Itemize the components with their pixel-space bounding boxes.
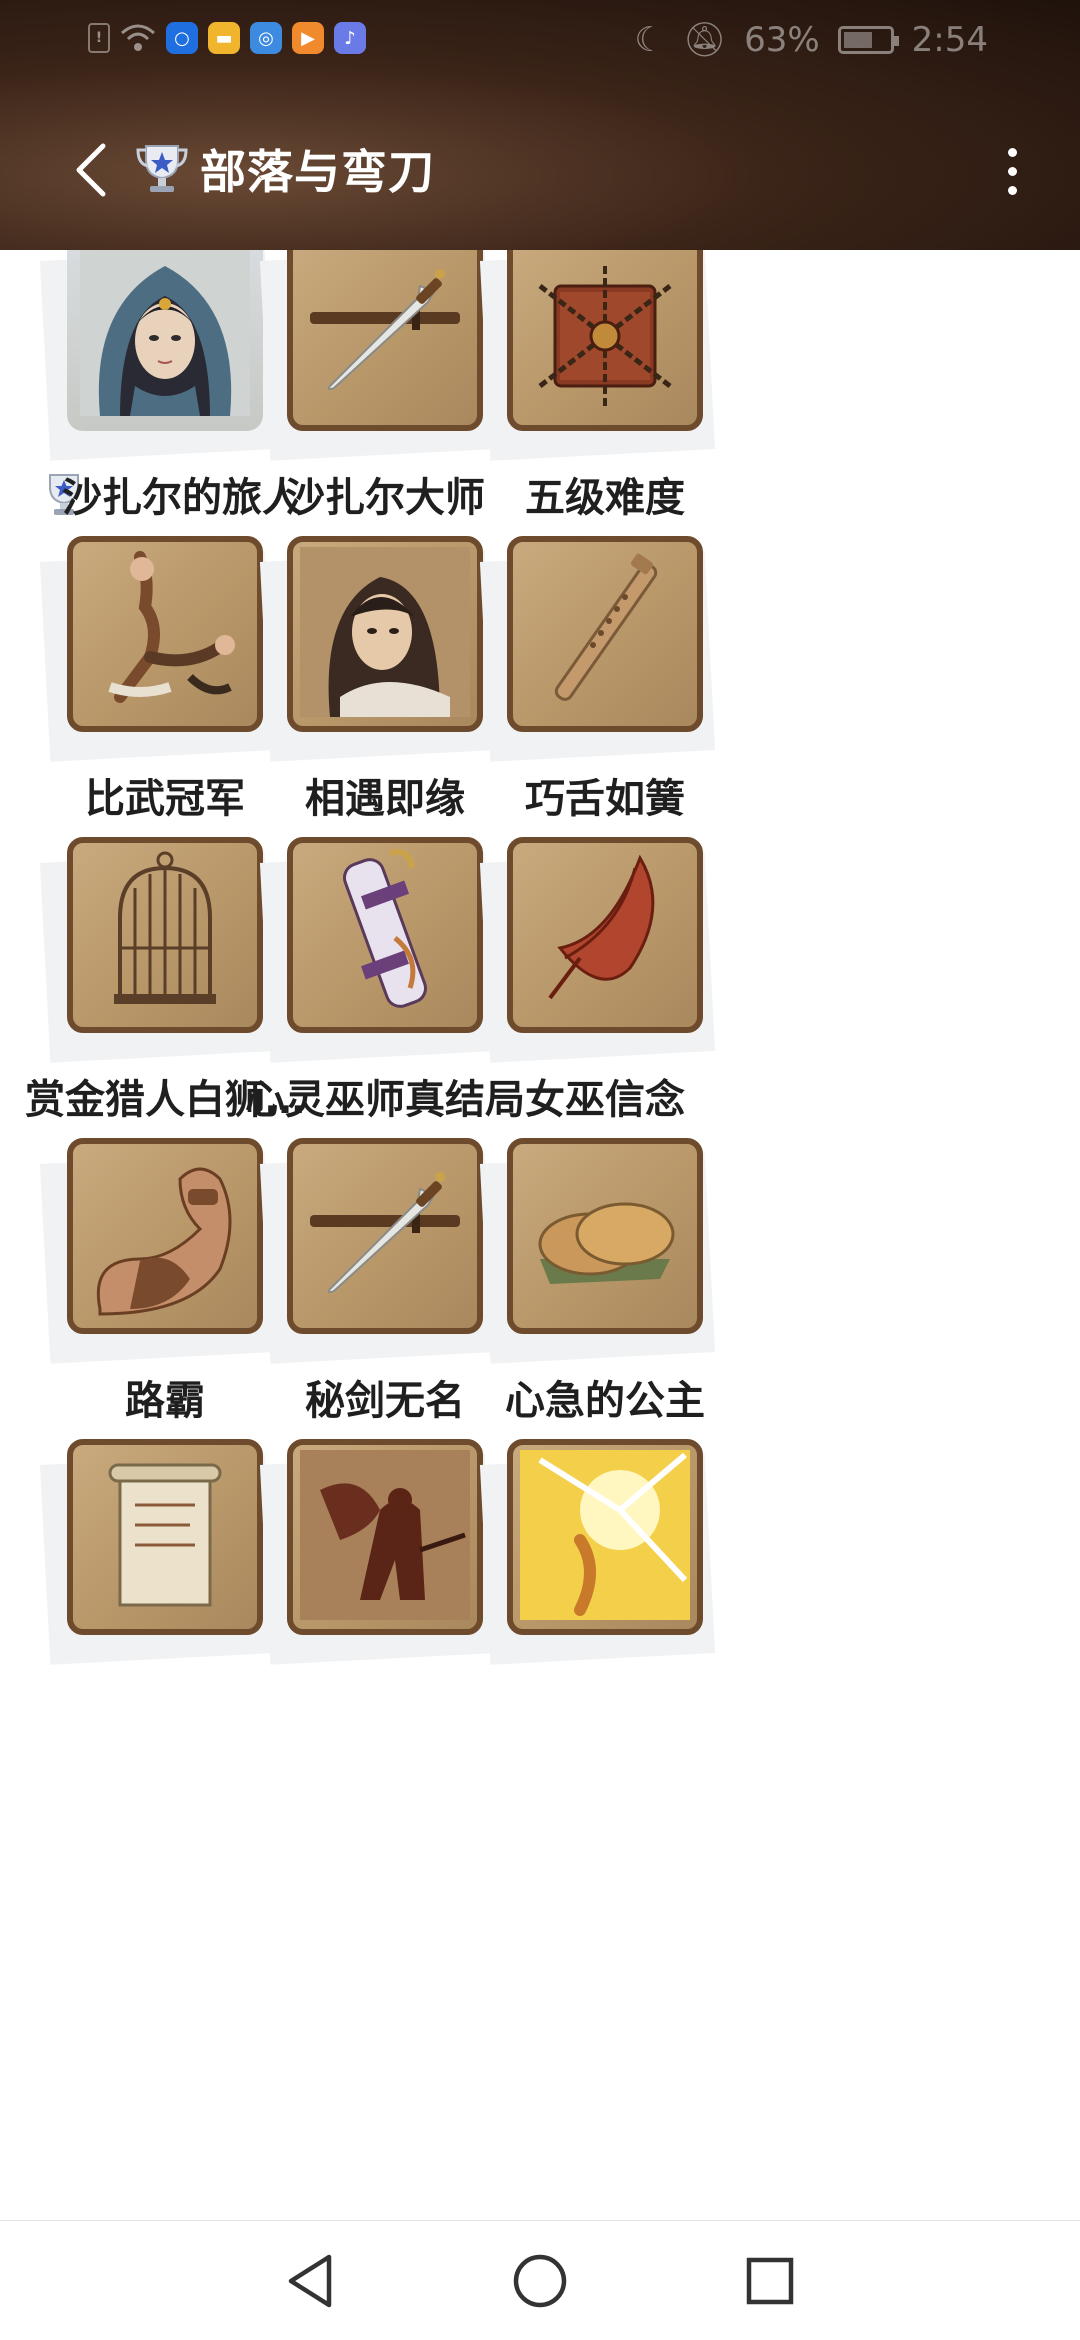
moon-icon: ☾ bbox=[634, 20, 665, 60]
achievement-icon-frame bbox=[507, 1138, 703, 1334]
battery-icon bbox=[837, 26, 899, 54]
chevron-left-icon bbox=[76, 143, 106, 197]
mute-bell-icon: 🔕︎ bbox=[682, 20, 727, 60]
achievement-icon-frame bbox=[507, 250, 703, 431]
status-bar: ! ○ ▬ ◎ ▶ ♪ ☾ 🔕︎ 63% 2:54 bbox=[0, 0, 1080, 80]
screen: ! ○ ▬ ◎ ▶ ♪ ☾ 🔕︎ 63% 2:54 部落与弯刀 沙扎尔的旅人 沙… bbox=[0, 0, 1080, 2340]
battery-fill bbox=[843, 32, 872, 48]
clock: 2:54 bbox=[911, 20, 988, 60]
browser-app-icon: ◎ bbox=[250, 22, 282, 54]
red-feather-icon bbox=[520, 848, 690, 1022]
app-bar: 部落与弯刀 bbox=[0, 120, 1080, 220]
bulb-app-icon: ○ bbox=[166, 22, 198, 54]
square-recents-icon bbox=[746, 2257, 794, 2305]
achievement-icon-frame bbox=[507, 536, 703, 732]
circle-home-icon bbox=[513, 2254, 567, 2308]
page-title: 部落与弯刀 bbox=[200, 145, 435, 199]
flute-icon bbox=[520, 547, 690, 721]
achievement-name: 女巫信念 bbox=[525, 1077, 685, 1123]
nav-recents-button[interactable] bbox=[730, 2251, 810, 2311]
triangle-back-icon bbox=[288, 2254, 332, 2308]
chained-book-icon bbox=[520, 250, 690, 420]
achievement-icon-frame bbox=[507, 1439, 703, 1635]
achievement-name: 巧舌如簧 bbox=[525, 776, 685, 822]
status-icons-left: ! ○ ▬ ◎ ▶ ♪ bbox=[88, 22, 366, 54]
achievement-name: 心急的公主 bbox=[505, 1378, 705, 1424]
nav-home-button[interactable] bbox=[500, 2251, 580, 2311]
wifi-icon bbox=[121, 24, 155, 51]
achievement-item[interactable] bbox=[440, 1439, 770, 1888]
achievement-name: 五级难度 bbox=[525, 475, 685, 521]
light-burst-icon bbox=[520, 1450, 690, 1624]
play-app-icon: ▶ bbox=[292, 22, 324, 54]
nav-back-button[interactable] bbox=[270, 2251, 350, 2311]
trophy-icon bbox=[136, 145, 188, 192]
achievement-icon-frame bbox=[507, 837, 703, 1033]
dot-icon bbox=[1007, 185, 1017, 195]
flatbread-icon bbox=[520, 1149, 690, 1323]
sim-icon: ! bbox=[88, 23, 110, 53]
more-options-button[interactable] bbox=[984, 136, 1040, 206]
system-nav-bar bbox=[0, 2220, 1080, 2340]
back-button[interactable] bbox=[60, 130, 120, 210]
dot-icon bbox=[1007, 147, 1017, 157]
dot-icon bbox=[1007, 166, 1017, 176]
folder-app-icon: ▬ bbox=[208, 22, 240, 54]
status-icons-right: ☾ 🔕︎ 63% 2:54 bbox=[634, 20, 988, 60]
battery-percent: 63% bbox=[744, 20, 820, 60]
header: ! ○ ▬ ◎ ▶ ♪ ☾ 🔕︎ 63% 2:54 部落与弯刀 bbox=[0, 0, 1080, 250]
music-app-icon: ♪ bbox=[334, 22, 366, 54]
achievement-list[interactable]: 沙扎尔的旅人0.1% 玩家解锁沙扎尔大师1.6% 玩家解锁五级难度5.3% 玩家… bbox=[0, 250, 1080, 2220]
